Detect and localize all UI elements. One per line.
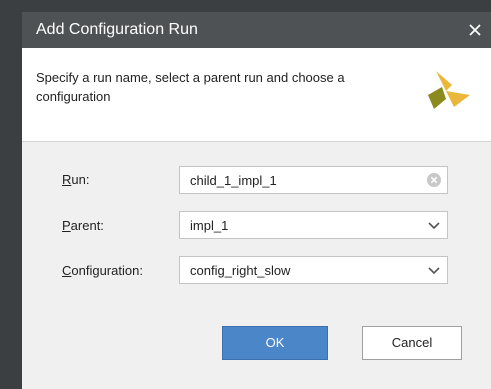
ok-button[interactable]: OK (222, 326, 328, 360)
run-name-input[interactable] (180, 167, 410, 193)
configuration-selected-value: config_right_slow (190, 263, 291, 278)
dialog-titlebar: Add Configuration Run (22, 12, 491, 48)
cancel-button[interactable]: Cancel (362, 326, 462, 360)
configuration-label: Configuration: (62, 263, 143, 278)
chevron-down-icon[interactable] (427, 218, 441, 232)
chevron-down-icon[interactable] (427, 263, 441, 277)
parent-select[interactable]: impl_1 (179, 211, 448, 239)
clear-icon[interactable] (427, 173, 441, 187)
close-icon[interactable] (463, 18, 487, 42)
configuration-select[interactable]: config_right_slow (179, 256, 448, 284)
parent-selected-value: impl_1 (190, 218, 229, 233)
dialog-title: Add Configuration Run (36, 21, 198, 38)
run-label: Run: (62, 172, 90, 187)
add-configuration-run-dialog: Add Configuration Run Specify a run name… (22, 12, 491, 389)
parent-label: Parent: (62, 218, 104, 233)
vivado-logo-icon (428, 71, 470, 111)
dialog-header: Specify a run name, select a parent run … (22, 48, 491, 142)
dialog-description: Specify a run name, select a parent run … (36, 70, 345, 104)
run-name-field[interactable] (179, 166, 448, 194)
